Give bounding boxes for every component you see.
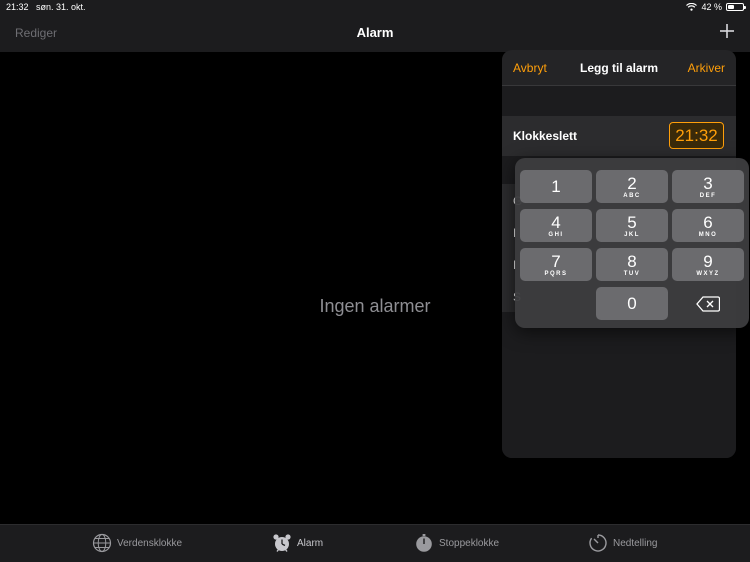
tab-world-clock[interactable]: Verdensklokke [92, 533, 182, 553]
page-title: Alarm [356, 25, 394, 40]
navigation-bar: Rediger Alarm [0, 14, 750, 52]
tab-label-timer: Nedtelling [613, 537, 658, 549]
popover-header: Avbryt Legg til alarm Arkiver [502, 50, 736, 86]
time-row[interactable]: Klokkeslett 21:32 [502, 116, 736, 156]
tab-bar: Verdensklokke Alarm Stoppeklokke Nedtell… [0, 524, 750, 562]
key-2[interactable]: 2 ABC [596, 170, 668, 203]
add-alarm-icon[interactable] [716, 18, 738, 44]
globe-icon [92, 533, 112, 553]
tab-label-world-clock: Verdensklokke [117, 537, 183, 549]
status-time: 21:32 [6, 2, 29, 12]
key-8[interactable]: 8 TUV [596, 248, 668, 281]
alarm-clock-icon [273, 534, 291, 552]
tab-label-stopwatch: Stoppeklokke [439, 537, 500, 549]
status-indicators: 42 % [686, 2, 746, 12]
key-6[interactable]: 6 MNO [672, 209, 744, 242]
tab-timer[interactable]: Nedtelling [588, 533, 657, 553]
tab-label-alarm: Alarm [297, 537, 324, 549]
backspace-key[interactable] [672, 287, 744, 320]
key-9[interactable]: 9 WXYZ [672, 248, 744, 281]
backspace-icon [696, 295, 720, 312]
key-3[interactable]: 3 DEF [672, 170, 744, 203]
wifi-icon [686, 3, 698, 11]
stopwatch-icon [416, 534, 432, 552]
key-7[interactable]: 7 PQRS [520, 248, 592, 281]
time-label: Klokkeslett [513, 129, 578, 143]
key-0[interactable]: 0 [596, 287, 668, 320]
battery-icon [726, 3, 746, 11]
tab-alarm[interactable]: Alarm [272, 533, 323, 553]
time-input[interactable]: 21:32 [669, 122, 724, 149]
key-1[interactable]: 1 [520, 170, 592, 203]
timer-icon [589, 534, 607, 552]
numeric-keypad: 1 2 ABC 3 DEF 4 GHI 5 JKL 6 MNO 7 PQRS 8… [515, 158, 749, 328]
save-button[interactable]: Arkiver [688, 61, 725, 75]
tab-stopwatch[interactable]: Stoppeklokke [414, 533, 499, 553]
status-date: søn. 31. okt. [36, 2, 86, 12]
status-bar: 21:32 søn. 31. okt. 42 % [0, 0, 750, 14]
battery-percent: 42 % [701, 2, 722, 12]
key-5[interactable]: 5 JKL [596, 209, 668, 242]
key-4[interactable]: 4 GHI [520, 209, 592, 242]
